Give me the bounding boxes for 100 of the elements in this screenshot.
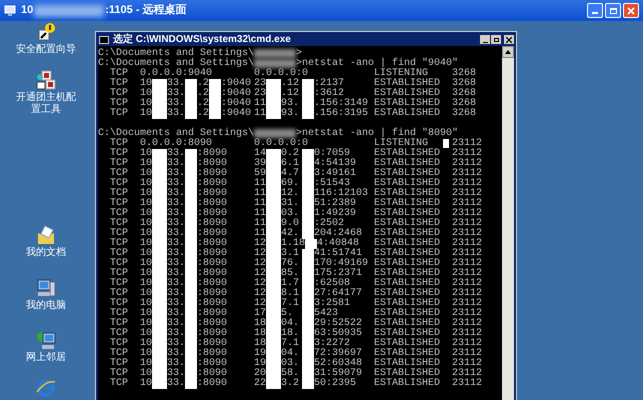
foreign-address: 7.1: [281, 339, 300, 349]
foreign-address: 7.1: [281, 299, 300, 309]
local-address: :8090: [197, 279, 228, 289]
local-address: 33.: [167, 319, 186, 329]
pid-text: 23112: [452, 329, 482, 339]
close-button[interactable]: [504, 35, 514, 44]
foreign-address: 12: [254, 239, 266, 249]
local-address: :8090: [197, 359, 228, 369]
state-text: ESTABLISHED: [374, 279, 440, 289]
pid-text: 23112: [452, 219, 482, 229]
local-address: 10: [140, 369, 152, 379]
local-address: 10: [140, 379, 152, 389]
state-text: ESTABLISHED: [374, 249, 440, 259]
local-address: :8090: [197, 309, 228, 319]
local-address: 33.: [167, 359, 186, 369]
desktop-icon-label: 我的电脑: [26, 300, 66, 312]
local-address: 10: [140, 219, 152, 229]
foreign-address: .156:3195: [314, 109, 368, 119]
protocol-text: TCP: [110, 229, 130, 239]
state-text: ESTABLISHED: [374, 189, 440, 199]
window-title: 选定 C:\WINDOWS\system32\cmd.exe: [113, 34, 291, 45]
local-address: :8090: [197, 189, 228, 199]
window-title: :1105 - 远程桌面: [105, 2, 187, 18]
local-address: .2: [197, 99, 210, 109]
foreign-address: 93.: [281, 99, 300, 109]
minimize-button[interactable]: [480, 35, 490, 44]
foreign-address: 11: [254, 209, 266, 219]
local-address: 10: [140, 189, 152, 199]
pid-text: 23112: [452, 309, 482, 319]
foreign-address: 0.0.0.0:0: [254, 69, 308, 79]
folder-icon[interactable]: [36, 225, 56, 245]
redaction-bar: [185, 109, 198, 119]
pid-text: 3268: [452, 89, 476, 99]
redaction-bar: [302, 109, 314, 119]
foreign-address: 42.: [281, 229, 300, 239]
local-address: 10: [140, 169, 152, 179]
scroll-up-button[interactable]: [502, 46, 514, 58]
command-text: >: [296, 49, 302, 59]
local-address: 33.: [167, 339, 186, 349]
pid-text: 23112: [452, 189, 482, 199]
up-arrow-icon: [505, 50, 511, 54]
state-text: ESTABLISHED: [374, 349, 440, 359]
network-icon[interactable]: [36, 330, 56, 350]
local-address: 10: [140, 299, 152, 309]
foreign-address: 03.: [281, 359, 300, 369]
local-address: 33.: [167, 89, 186, 99]
state-text: ESTABLISHED: [374, 149, 440, 159]
local-address: :9040: [221, 79, 252, 89]
foreign-address: 11: [254, 109, 266, 119]
local-address: :8090: [197, 239, 228, 249]
state-text: ESTABLISHED: [374, 109, 440, 119]
state-text: ESTABLISHED: [374, 159, 440, 169]
protocol-text: TCP: [110, 199, 130, 209]
state-text: ESTABLISHED: [374, 199, 440, 209]
pid-text: 23112: [452, 139, 482, 149]
state-text: ESTABLISHED: [374, 89, 440, 99]
pid-text: 3268: [452, 69, 476, 79]
pid-text: 23112: [452, 229, 482, 239]
computer-icon[interactable]: [36, 278, 56, 298]
state-text: ESTABLISHED: [374, 299, 440, 309]
state-text: ESTABLISHED: [374, 239, 440, 249]
redaction-bar: [302, 79, 314, 89]
state-text: ESTABLISHED: [374, 369, 440, 379]
local-address: :8090: [197, 169, 228, 179]
pid-text: 23112: [452, 339, 482, 349]
foreign-address: 9.0: [281, 219, 300, 229]
local-address: :8090: [197, 349, 228, 359]
foreign-address: 5.: [281, 309, 294, 319]
scrollbar[interactable]: [502, 46, 514, 400]
window-title: 10: [21, 3, 34, 18]
pid-text: 3268: [452, 99, 476, 109]
foreign-address: 12: [254, 279, 266, 289]
wizard-icon[interactable]: [36, 22, 56, 42]
browser-icon[interactable]: [36, 378, 56, 398]
local-address: 10: [140, 159, 152, 169]
local-address: 33.: [167, 99, 186, 109]
local-address: 33.: [167, 199, 186, 209]
tool-icon[interactable]: [36, 70, 56, 90]
foreign-address: 69.: [281, 179, 300, 189]
state-text: ESTABLISHED: [374, 329, 440, 339]
state-text: ESTABLISHED: [374, 79, 440, 89]
foreign-address: :2502: [314, 219, 344, 229]
local-address: 33.: [167, 369, 186, 379]
command-text: C:\Documents and Settings\: [98, 49, 254, 59]
local-address: 0.0.0.0:9040: [140, 69, 212, 79]
foreign-address: 18: [254, 329, 266, 339]
redaction-bar: [152, 109, 168, 119]
local-address: :8090: [197, 219, 228, 229]
pid-text: 3268: [452, 79, 476, 89]
restore-button[interactable]: [491, 35, 501, 44]
local-address: 10: [140, 99, 152, 109]
foreign-address: 17: [254, 309, 266, 319]
local-address: :8090: [197, 299, 228, 309]
state-text: ESTABLISHED: [374, 229, 440, 239]
pid-text: 23112: [452, 179, 482, 189]
redaction-bar: [152, 149, 168, 159]
protocol-text: TCP: [110, 159, 130, 169]
local-address: 33.: [167, 79, 186, 89]
local-address: 10: [140, 239, 152, 249]
foreign-address: 11: [254, 99, 266, 109]
